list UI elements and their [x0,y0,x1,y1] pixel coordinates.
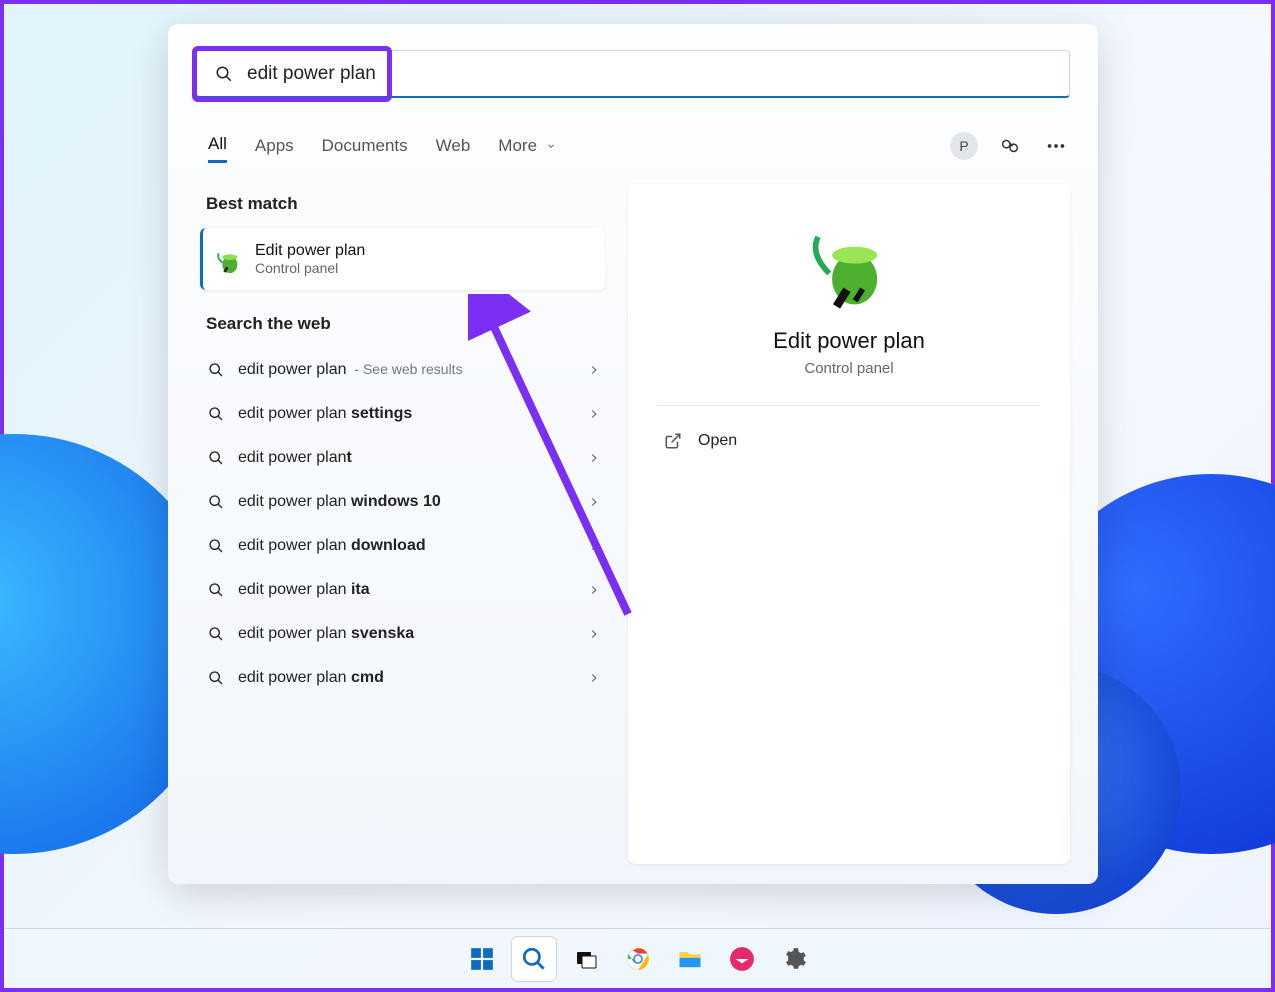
search-icon [208,670,224,686]
chevron-right-icon [587,407,601,421]
web-result[interactable]: edit power plan svenska [200,612,605,656]
start-search-panel: All Apps Documents Web More P Best match… [168,24,1098,884]
tab-more[interactable]: More [498,136,555,162]
web-result-text: edit power plan svenska [238,625,597,643]
search-tabs: All Apps Documents Web More [208,134,556,163]
web-result-text: edit power plant [238,449,597,467]
search-icon [208,362,224,378]
search-icon [208,406,224,422]
web-result-text: edit power plan - See web results [238,361,597,379]
web-result[interactable]: edit power plan - See web results [200,348,605,392]
web-result-text: edit power plan download [238,537,597,555]
tab-more-label: More [498,136,537,155]
user-avatar[interactable]: P [950,132,978,160]
tab-all[interactable]: All [208,134,227,163]
search-icon [208,538,224,554]
open-external-icon [664,432,682,450]
result-preview-pane: Edit power plan Control panel Open [628,184,1070,864]
web-results-list: edit power plan - See web results edit po… [200,348,605,700]
settings-icon[interactable] [772,937,816,981]
search-icon [208,582,224,598]
tab-apps[interactable]: Apps [255,136,294,162]
task-view-button[interactable] [564,937,608,981]
chevron-right-icon [587,583,601,597]
start-button[interactable] [460,937,504,981]
preview-subtitle: Control panel [658,360,1040,377]
open-label: Open [698,432,737,450]
chevron-right-icon [587,627,601,641]
web-result[interactable]: edit power plan ita [200,568,605,612]
web-result-text: edit power plan windows 10 [238,493,597,511]
best-match-title: Edit power plan [255,242,365,260]
preview-power-icon [658,220,1040,310]
taskbar-search-button[interactable] [512,937,556,981]
power-plan-icon [213,244,243,274]
open-action[interactable]: Open [658,424,1040,458]
chevron-right-icon [587,539,601,553]
web-result-text: edit power plan cmd [238,669,597,687]
search-icon [208,450,224,466]
chevron-right-icon [587,451,601,465]
chevron-right-icon [587,495,601,509]
search-input[interactable] [247,63,1051,85]
search-icon [208,626,224,642]
search-icon [208,494,224,510]
divider [658,405,1040,406]
search-icon [215,65,233,83]
preview-title: Edit power plan [658,328,1040,354]
more-icon[interactable] [1042,132,1070,160]
file-explorer-icon[interactable] [668,937,712,981]
best-match-subtitle: Control panel [255,260,365,276]
results-left-column: Best match Edit power plan Control panel… [200,194,605,700]
header-right: P [950,132,1070,160]
best-match-heading: Best match [206,194,605,214]
chrome-icon[interactable] [616,937,660,981]
tab-web[interactable]: Web [436,136,471,162]
rewards-icon[interactable] [996,132,1024,160]
web-result[interactable]: edit power plant [200,436,605,480]
search-web-heading: Search the web [206,314,605,334]
tab-documents[interactable]: Documents [322,136,408,162]
taskbar [4,928,1271,988]
web-result[interactable]: edit power plan download [200,524,605,568]
chevron-right-icon [587,671,601,685]
web-result[interactable]: edit power plan settings [200,392,605,436]
app-pink-icon[interactable] [720,937,764,981]
best-match-text: Edit power plan Control panel [255,242,365,276]
search-bar[interactable] [196,50,1070,98]
best-match-result[interactable]: Edit power plan Control panel [200,228,605,290]
web-result[interactable]: edit power plan cmd [200,656,605,700]
web-result-text: edit power plan ita [238,581,597,599]
web-result-text: edit power plan settings [238,405,597,423]
web-result[interactable]: edit power plan windows 10 [200,480,605,524]
chevron-right-icon [587,363,601,377]
